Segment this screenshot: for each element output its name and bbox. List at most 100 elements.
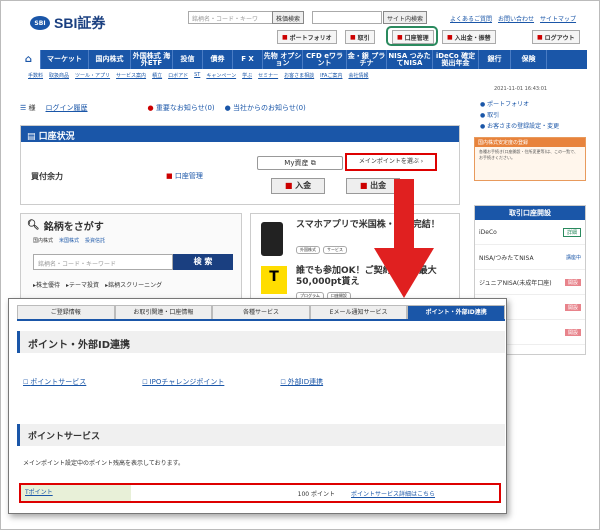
subnav-item[interactable]: 取扱商品 bbox=[49, 72, 69, 79]
tpoint-row: Tポイント 100 ポイント ポイントサービス詳細はこちら bbox=[19, 483, 501, 503]
subnav-item[interactable]: キャンペーン bbox=[206, 72, 236, 79]
subnav-item[interactable]: 積立 bbox=[152, 72, 162, 79]
subnav-item[interactable]: お客さま相談 bbox=[284, 72, 314, 79]
important-notice-link[interactable]: ● 重要なお知らせ(0) bbox=[148, 103, 215, 113]
subnav-item[interactable]: 手数料 bbox=[28, 72, 43, 79]
nav-fund[interactable]: 投信 bbox=[173, 50, 203, 69]
nav-nisa[interactable]: NISA つみたてNISA bbox=[387, 50, 433, 69]
tpoint-logo-icon: T bbox=[261, 266, 287, 294]
deposit-button[interactable]: ■ 入金 bbox=[271, 178, 325, 194]
faq-link[interactable]: よくあるご質問 bbox=[450, 14, 492, 23]
search-tabs: 国内株式 米国株式 投資信託 bbox=[21, 237, 241, 244]
open-button[interactable]: 開設 bbox=[564, 328, 581, 336]
logout-button[interactable]: ■ ログアウト bbox=[532, 30, 580, 44]
site-search-button[interactable]: サイト内検索 bbox=[383, 11, 428, 24]
nav-fx[interactable]: F X bbox=[233, 50, 263, 69]
my-assets-button[interactable]: My資産 ⧉ bbox=[257, 156, 343, 170]
nav-bond[interactable]: 債券 bbox=[203, 50, 233, 69]
subnav-item[interactable]: ST bbox=[194, 72, 200, 79]
sitemap-link[interactable]: サイトマップ bbox=[540, 14, 576, 23]
subnav-item[interactable]: 会社情報 bbox=[348, 72, 368, 79]
tab-email-notify[interactable]: Eメール通知サービス bbox=[309, 305, 408, 319]
list-item: NISA/つみたてNISA 講座中 bbox=[475, 245, 585, 270]
company-notice-link[interactable]: ● 当社からのお知らせ(0) bbox=[225, 103, 306, 113]
deposit-transfer-button[interactable]: ■ 入出金・振替 bbox=[442, 30, 496, 44]
point-service-detail-link[interactable]: ポイントサービス詳細はこちら bbox=[351, 489, 435, 498]
open-button[interactable]: 開設 bbox=[564, 303, 581, 311]
side-portfolio-link[interactable]: ● ポートフォリオ bbox=[480, 99, 559, 110]
stock-search-panel: 🔍︎ 銘柄をさがす 国内株式 米国株式 投資信託 銘柄名・コード・キーワード 検 … bbox=[20, 213, 242, 301]
list-item: iDeCo 詳細 bbox=[475, 220, 585, 245]
site-search-input[interactable] bbox=[312, 11, 382, 24]
theme-investment-link[interactable]: ▸テーマ投資 bbox=[66, 280, 99, 289]
home-icon[interactable]: ⌂ bbox=[17, 50, 41, 69]
stock-search-input[interactable]: 銘柄名・コード・キーワード bbox=[33, 254, 173, 270]
red-arrow-icon bbox=[374, 248, 434, 298]
subnav-item[interactable]: セミナー bbox=[258, 72, 278, 79]
subnav-item[interactable]: サービス案内 bbox=[116, 72, 146, 79]
side-links: ● ポートフォリオ ● 取引 ● お客さまの登録設定・変更 bbox=[480, 99, 559, 132]
nav-ideco[interactable]: iDeCo 確定拠出年金 bbox=[433, 50, 479, 69]
tab-point-id-link[interactable]: ポイント・外部ID連携 bbox=[407, 305, 505, 319]
detail-button[interactable]: 詳細 bbox=[562, 227, 581, 237]
main-point-select-button[interactable]: メインポイントを選ぶ › bbox=[345, 153, 437, 171]
main-nav: ⌂ マーケット 国内株式 外国株式 海外ETF 投信 債券 F X 先物 オプシ… bbox=[17, 50, 587, 69]
withdraw-button[interactable]: ■ 出金 bbox=[346, 178, 400, 194]
ipo-challenge-link[interactable]: IPOチャレンジポイント bbox=[142, 377, 225, 387]
account-mgmt-link[interactable]: ■ 口座管理 bbox=[166, 171, 203, 181]
tpoint-balance: 100 ポイント bbox=[297, 490, 335, 498]
external-id-link[interactable]: 外部ID連携 bbox=[280, 377, 323, 387]
tab-registration-info[interactable]: ご登録情報 bbox=[17, 305, 115, 319]
nav-cfd[interactable]: CFD eワラント bbox=[303, 50, 347, 69]
header-links: よくあるご質問 お問い合わせ サイトマップ bbox=[450, 14, 576, 23]
nav-domestic-stock[interactable]: 国内株式 bbox=[89, 50, 131, 69]
tpoint-name-link[interactable]: Tポイント bbox=[21, 485, 131, 501]
buying-power-label: 買付余力 bbox=[31, 172, 63, 181]
trade-button[interactable]: ■ 取引 bbox=[345, 30, 375, 44]
tab-services[interactable]: 各種サービス bbox=[212, 305, 310, 319]
tab-domestic[interactable]: 国内株式 bbox=[33, 237, 53, 244]
user-name-suffix: ☰ 様 bbox=[20, 104, 36, 112]
nav-bank[interactable]: 銀行 bbox=[479, 50, 511, 69]
popup-tabs: ご登録情報 お取引関連・口座情報 各種サービス Eメール通知サービス ポイント・… bbox=[17, 305, 505, 321]
screening-link[interactable]: ▸銘柄スクリーニング bbox=[105, 280, 162, 289]
nav-market[interactable]: マーケット bbox=[41, 50, 89, 69]
stock-search-button[interactable]: 株価検索 bbox=[272, 11, 305, 24]
document-icon: ▤ bbox=[27, 132, 36, 142]
shareholder-benefit-link[interactable]: ▸株主優待 bbox=[33, 280, 60, 289]
side-trade-link[interactable]: ● 取引 bbox=[480, 110, 559, 121]
tab-trade-account-info[interactable]: お取引関連・口座情報 bbox=[114, 305, 213, 319]
search-shortcuts: ▸株主優待 ▸テーマ投資 ▸銘柄スクリーニング bbox=[33, 280, 162, 289]
nav-foreign-stock[interactable]: 外国株式 海外ETF bbox=[131, 50, 173, 69]
tab-us[interactable]: 米国株式 bbox=[59, 237, 79, 244]
smartphone-icon bbox=[261, 222, 283, 256]
nav-futures[interactable]: 先物 オプション bbox=[263, 50, 303, 69]
portfolio-button[interactable]: ■ ポートフォリオ bbox=[277, 30, 337, 44]
account-status-title: ▤ 口座状況 bbox=[21, 126, 459, 142]
user-line: ☰ 様 ログイン履歴 ● 重要なお知らせ(0) ● 当社からのお知らせ(0) bbox=[20, 103, 306, 113]
subnav-item[interactable]: ツール・アプリ bbox=[75, 72, 110, 79]
point-service-desc: メインポイント設定中のポイント残高を表示しております。 bbox=[23, 460, 185, 467]
point-service-link[interactable]: ポイントサービス bbox=[23, 377, 86, 387]
status-badge: 講座中 bbox=[565, 254, 581, 261]
promo-tags-1: 外国株式 サービス bbox=[296, 246, 347, 254]
sub-nav: 手数料 取扱商品 ツール・アプリ サービス案内 積立 ロボアド ST キャンペー… bbox=[28, 72, 368, 79]
open-button[interactable]: 開設 bbox=[564, 278, 581, 286]
side-notice-box: 国内株式安定度の登録 各種お手続き(口座開設・住所変更等)は、この一覧で、お手続… bbox=[474, 137, 586, 181]
tab-fund[interactable]: 投資信託 bbox=[85, 237, 105, 244]
point-id-popup: ご登録情報 お取引関連・口座情報 各種サービス Eメール通知サービス ポイント・… bbox=[8, 298, 507, 514]
red-arrow-shaft bbox=[394, 179, 414, 251]
contact-link[interactable]: お問い合わせ bbox=[498, 14, 534, 23]
login-history-link[interactable]: ログイン履歴 bbox=[46, 103, 88, 113]
subnav-item[interactable]: IFAご案内 bbox=[320, 72, 342, 79]
stock-search-submit[interactable]: 検 索 bbox=[173, 254, 233, 270]
header-search-input[interactable]: 銘柄名・コード・キーワ bbox=[188, 11, 284, 24]
nav-insurance[interactable]: 保険 bbox=[511, 50, 547, 69]
sbi-logo-icon: SBI bbox=[30, 16, 50, 30]
subnav-item[interactable]: 学ぶ bbox=[242, 72, 252, 79]
nav-gold[interactable]: 金・銀 プラチナ bbox=[347, 50, 387, 69]
promo-item-1[interactable]: スマホアプリで米国株・・・完結！ bbox=[296, 220, 456, 231]
side-settings-link[interactable]: ● お客さまの登録設定・変更 bbox=[480, 121, 559, 132]
logo[interactable]: SBI SBI証券 bbox=[30, 13, 105, 33]
subnav-item[interactable]: ロボアド bbox=[168, 72, 188, 79]
